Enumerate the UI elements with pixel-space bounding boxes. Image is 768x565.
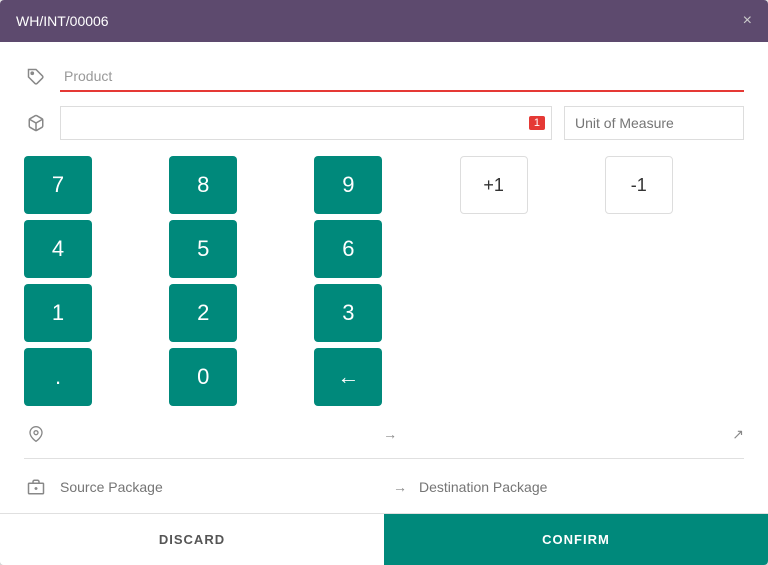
numpad-btn-dot[interactable]: .	[24, 348, 92, 406]
numpad-btn-0[interactable]: 0	[169, 348, 237, 406]
modal-footer: DISCARD CONFIRM	[0, 513, 768, 565]
numpad-btn-3[interactable]: 3	[314, 284, 382, 342]
numpad-btn-5[interactable]: 5	[169, 220, 237, 278]
package-row: →	[24, 473, 744, 501]
numpad-btn-minus1[interactable]: -1	[605, 156, 673, 214]
modal-body: 1 7 8 9 +1 -1 4 5 6 1 2 3. 0 ← WH/Stock → WH/Stock ↗…	[0, 42, 768, 513]
numpad-btn-back[interactable]: ←	[314, 348, 382, 406]
numpad-btn-7[interactable]: 7	[24, 156, 92, 214]
quantity-row: 1	[24, 106, 744, 140]
close-icon[interactable]: ×	[743, 12, 752, 30]
cube-icon	[24, 114, 48, 132]
numpad-btn-plus1[interactable]: +1	[460, 156, 528, 214]
source-package-input[interactable]	[56, 473, 385, 501]
numpad-btn-1[interactable]: 1	[24, 284, 92, 342]
numpad-btn-9[interactable]: 9	[314, 156, 382, 214]
modal-header: WH/INT/00006 ×	[0, 0, 768, 42]
numpad-btn-2[interactable]: 2	[169, 284, 237, 342]
product-row	[24, 62, 744, 92]
discard-button[interactable]: DISCARD	[0, 514, 384, 565]
location-row: WH/Stock → WH/Stock ↗	[24, 420, 744, 459]
product-input[interactable]	[60, 62, 744, 92]
quantity-input-wrap: 1	[60, 106, 552, 140]
package-arrow: →	[393, 479, 407, 495]
tag-icon	[24, 68, 48, 86]
numpad: 7 8 9 +1 -1 4 5 6 1 2 3. 0 ←	[24, 156, 744, 406]
location-icon	[24, 424, 48, 444]
numpad-btn-4[interactable]: 4	[24, 220, 92, 278]
location-arrow: →	[383, 426, 397, 442]
uom-input[interactable]	[564, 106, 744, 140]
source-location-input[interactable]: WH/Stock	[56, 420, 375, 448]
quantity-badge: 1	[529, 116, 545, 130]
confirm-button[interactable]: CONFIRM	[384, 514, 768, 565]
numpad-btn-8[interactable]: 8	[169, 156, 237, 214]
external-link-icon[interactable]: ↗	[732, 426, 744, 443]
quantity-input[interactable]	[61, 107, 551, 139]
destination-location-input[interactable]: WH/Stock	[405, 420, 724, 448]
package-icon	[24, 478, 48, 496]
modal-title: WH/INT/00006	[16, 13, 109, 29]
numpad-btn-6[interactable]: 6	[314, 220, 382, 278]
destination-package-input[interactable]	[415, 473, 744, 501]
